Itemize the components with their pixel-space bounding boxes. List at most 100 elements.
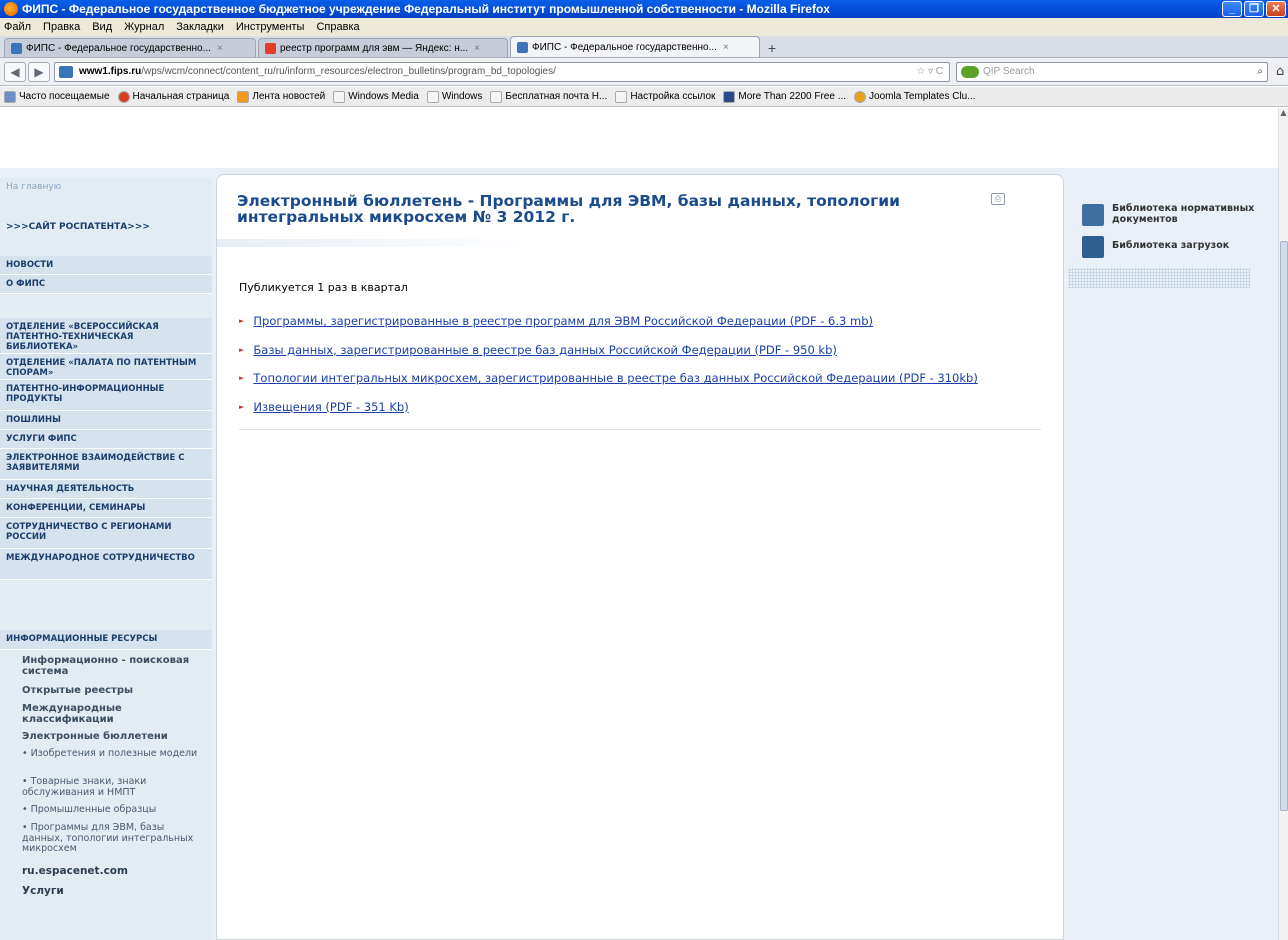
yandex-icon xyxy=(265,42,276,54)
bulletin-link-list: ► Программы, зарегистрированные в реестре… xyxy=(239,307,978,421)
minimize-button[interactable]: _ xyxy=(1222,1,1242,17)
sidebar-item-science[interactable]: НАУЧНАЯ ДЕЯТЕЛЬНОСТЬ xyxy=(0,480,212,499)
scroll-up-icon[interactable]: ▲ xyxy=(1279,108,1288,120)
sidebar-item-info-resources[interactable]: ИНФОРМАЦИОННЫЕ РЕСУРСЫ xyxy=(0,630,212,650)
bookmark-item[interactable]: Windows xyxy=(426,90,482,103)
bullet-icon: ► xyxy=(239,345,245,354)
sidebar-sub-classifications[interactable]: Международные классификации xyxy=(0,700,212,728)
menu-tools[interactable]: Инструменты xyxy=(236,21,305,33)
sidebar-nav-main: ОТДЕЛЕНИЕ «ВСЕРОССИЙСКАЯ ПАТЕНТНО-ТЕХНИЧ… xyxy=(0,318,212,580)
library-norm-link[interactable]: Библиотека нормативных документов xyxy=(1082,203,1278,226)
site-identity-icon[interactable] xyxy=(59,65,73,78)
menu-file[interactable]: Файл xyxy=(4,21,31,33)
left-sidebar: На главную >>>САЙТ РОСПАТЕНТА>>> НОВОСТИ… xyxy=(0,178,212,940)
sidebar-item-services[interactable]: УСЛУГИ ФИПС xyxy=(0,430,212,449)
tab-close-icon[interactable]: × xyxy=(217,43,223,54)
menu-edit[interactable]: Правка xyxy=(43,21,80,33)
sidebar-item-news[interactable]: НОВОСТИ xyxy=(0,256,212,275)
sidebar-item-disputes[interactable]: ОТДЕЛЕНИЕ «ПАЛАТА ПО ПАТЕНТНЫМ СПОРАМ» xyxy=(0,354,212,380)
bookmark-label: Бесплатная почта H... xyxy=(505,91,608,102)
bookmark-star-icon[interactable]: ☆ ▿ C xyxy=(916,66,949,77)
page-title: Электронный бюллетень - Программы для ЭВ… xyxy=(237,192,900,226)
scroll-thumb[interactable] xyxy=(1280,241,1288,811)
bookmark-item[interactable]: Joomla Templates Clu... xyxy=(854,90,976,103)
sidebar-sub-search-system[interactable]: Информационно - поисковая система xyxy=(0,650,212,682)
right-column: Библиотека нормативных документов Библио… xyxy=(1068,174,1278,940)
bookmark-item[interactable]: Настройка ссылок xyxy=(615,90,716,103)
sidebar-services[interactable]: Услуги xyxy=(0,882,212,902)
link-topologies-pdf[interactable]: Топологии интегральных микросхем, зареги… xyxy=(253,371,977,385)
tab-yandex[interactable]: реестр программ для эвм — Яндекс: н... × xyxy=(258,38,508,57)
tab-close-icon[interactable]: × xyxy=(723,42,729,53)
url-host: www1.fips.ru xyxy=(79,66,142,77)
sidebar-item-e-interaction[interactable]: ЭЛЕКТРОННОЕ ВЗАИМОДЕЙСТВИЕ С ЗАЯВИТЕЛЯМИ xyxy=(0,449,212,480)
menu-bookmarks[interactable]: Закладки xyxy=(176,21,224,33)
search-placeholder: QIP Search xyxy=(983,66,1035,77)
url-path: /wps/wcm/connect/content_ru/ru/inform_re… xyxy=(141,66,556,77)
page-viewport: На главную >>>САЙТ РОСПАТЕНТА>>> НОВОСТИ… xyxy=(0,108,1278,940)
window-titlebar: ФИПС - Федеральное государственное бюдже… xyxy=(0,0,1288,18)
navigation-bar: ◀ ▶ www1.fips.ru /wps/wcm/connect/conten… xyxy=(0,58,1288,86)
bookmark-item[interactable]: Часто посещаемые xyxy=(4,90,110,103)
sidebar-item-regions[interactable]: СОТРУДНИЧЕСТВО С РЕГИОНАМИ РОССИИ xyxy=(0,518,212,549)
tab-fips-1[interactable]: ФИПС - Федеральное государственно... × xyxy=(4,38,256,57)
sidebar-item-international[interactable]: МЕЖДУНАРОДНОЕ СОТРУДНИЧЕСТВО xyxy=(0,549,212,580)
link-programs-pdf[interactable]: Программы, зарегистрированные в реестре … xyxy=(253,314,873,328)
rospatent-link[interactable]: >>>САЙТ РОСПАТЕНТА>>> xyxy=(6,222,150,232)
sidebar-espacenet[interactable]: ru.espacenet.com xyxy=(0,862,212,882)
bookmark-item[interactable]: More Than 2200 Free ... xyxy=(723,90,846,103)
menu-bar: Файл Правка Вид Журнал Закладки Инструме… xyxy=(0,18,1288,36)
save-icon xyxy=(1082,236,1104,258)
home-link[interactable]: На главную xyxy=(6,182,61,192)
sidebar-item-products[interactable]: ПАТЕНТНО-ИНФОРМАЦИОННЫЕ ПРОДУКТЫ xyxy=(0,380,212,411)
qip-search-engine-icon[interactable] xyxy=(961,65,979,78)
sidebar-nav-info: ИНФОРМАЦИОННЫЕ РЕСУРСЫ Информационно - п… xyxy=(0,630,212,902)
bookmark-label: Windows Media xyxy=(348,91,419,102)
bulletin-designs[interactable]: • Промышленные образцы xyxy=(0,802,212,820)
sidebar-item-about[interactable]: О ФИПС xyxy=(0,275,212,294)
home-icon[interactable]: ⌂ xyxy=(1276,64,1284,79)
print-icon[interactable]: ⎙ xyxy=(991,193,1005,205)
tab-bar: ФИПС - Федеральное государственно... × р… xyxy=(0,36,1288,58)
list-item: ► Программы, зарегистрированные в реестре… xyxy=(239,307,978,336)
url-bar[interactable]: www1.fips.ru /wps/wcm/connect/content_ru… xyxy=(54,61,950,82)
sidebar-sub-open-registers[interactable]: Открытые реестры xyxy=(0,682,212,700)
search-bar[interactable]: QIP Search ⌕ xyxy=(956,61,1268,82)
bullet-icon: ► xyxy=(239,317,245,326)
menu-view[interactable]: Вид xyxy=(92,21,112,33)
bookmark-label: Настройка ссылок xyxy=(630,91,716,102)
library-downloads-link[interactable]: Библиотека загрузок xyxy=(1082,236,1278,258)
bulletin-trademarks[interactable]: • Товарные знаки, знаки обслуживания и Н… xyxy=(0,774,212,802)
sidebar-item-library[interactable]: ОТДЕЛЕНИЕ «ВСЕРОССИЙСКАЯ ПАТЕНТНО-ТЕХНИЧ… xyxy=(0,318,212,354)
bookmark-label: Joomla Templates Clu... xyxy=(869,91,976,102)
maximize-button[interactable]: ❐ xyxy=(1244,1,1264,17)
sidebar-sub-bulletins[interactable]: Электронные бюллетени xyxy=(0,728,212,746)
bullet-icon: ► xyxy=(239,402,245,411)
forward-button[interactable]: ▶ xyxy=(28,61,50,82)
bookmark-item[interactable]: Начальная страница xyxy=(117,90,229,103)
bulletin-inventions[interactable]: • Изобретения и полезные модели xyxy=(0,746,212,774)
close-window-button[interactable]: ✕ xyxy=(1266,1,1286,17)
bookmark-item[interactable]: Лента новостей xyxy=(237,90,326,103)
new-tab-button[interactable]: + xyxy=(762,38,782,57)
tab-fips-active[interactable]: ФИПС - Федеральное государственно... × xyxy=(510,36,760,57)
link-databases-pdf[interactable]: Базы данных, зарегистрированные в реестр… xyxy=(253,343,836,357)
tab-label: ФИПС - Федеральное государственно... xyxy=(532,41,717,53)
sidebar-item-conferences[interactable]: КОНФЕРЕНЦИИ, СЕМИНАРЫ xyxy=(0,499,212,518)
bookmark-item[interactable]: Windows Media xyxy=(333,90,419,103)
sidebar-item-fees[interactable]: ПОШЛИНЫ xyxy=(0,411,212,430)
tab-close-icon[interactable]: × xyxy=(474,43,480,54)
bookmark-label: Лента новостей xyxy=(252,91,326,102)
bookmark-label: Часто посещаемые xyxy=(19,91,110,102)
title-divider xyxy=(217,239,547,247)
search-icon[interactable]: ⌕ xyxy=(1257,66,1267,77)
link-notices-pdf[interactable]: Извещения (PDF - 351 Kb) xyxy=(253,400,408,414)
bulletin-programs[interactable]: • Программы для ЭВМ, базы данных, тополо… xyxy=(0,820,212,862)
vertical-scrollbar[interactable]: ▲ xyxy=(1278,108,1288,940)
bookmark-item[interactable]: Бесплатная почта H... xyxy=(490,90,608,103)
menu-help[interactable]: Справка xyxy=(316,21,359,33)
menu-history[interactable]: Журнал xyxy=(124,21,164,33)
back-button[interactable]: ◀ xyxy=(4,61,26,82)
publication-note: Публикуется 1 раз в квартал xyxy=(239,281,408,294)
window-title: ФИПС - Федеральное государственное бюдже… xyxy=(22,2,830,16)
